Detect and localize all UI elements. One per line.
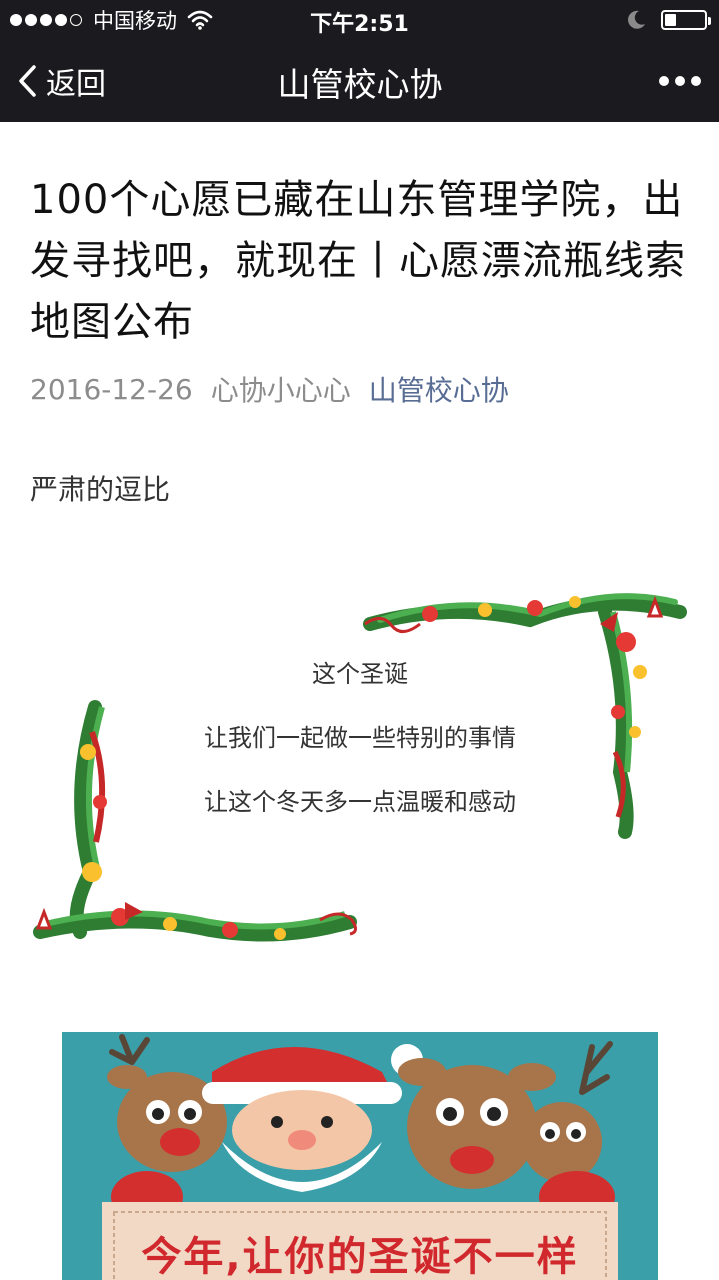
more-icon[interactable]	[653, 70, 701, 92]
back-button[interactable]: 返回	[16, 60, 106, 102]
christmas-card-image: 这个圣诞 让我们一起做一些特别的事情 让这个冬天多一点温暖和感动	[30, 572, 690, 962]
moon-icon	[628, 10, 645, 29]
article-meta: 2016-12-26 心协小心心 山管校心协	[30, 369, 509, 409]
status-bar: 中国移动 下午2:51	[0, 0, 719, 40]
back-chevron-icon	[19, 65, 36, 97]
battery-fill	[665, 14, 676, 26]
back-label: 返回	[46, 67, 106, 102]
article: 100个心愿已藏在山东管理学院，出发寻找吧，就现在丨心愿漂流瓶线索地图公布 20…	[0, 122, 719, 1280]
screen: 中国移动 下午2:51 返回 山管校心协 100个心愿已藏在山东管理学院，出发寻…	[0, 0, 719, 1280]
holly-garland-decoration	[33, 593, 687, 942]
account-link[interactable]: 山管校心协	[369, 369, 509, 409]
battery-icon	[661, 10, 711, 30]
article-title: 100个心愿已藏在山东管理学院，出发寻找吧，就现在丨心愿漂流瓶线索地图公布	[30, 177, 686, 345]
status-time: 下午2:51	[310, 12, 409, 37]
nav-bar: 返回 山管校心协	[0, 40, 719, 122]
intro-text: 严肃的逗比	[30, 473, 171, 506]
christmas-poster-image: 今年,让你的圣诞不一样	[62, 1032, 658, 1280]
publish-date: 2016-12-26	[30, 372, 193, 406]
status-right	[625, 8, 711, 32]
card-line: 这个圣诞	[312, 660, 408, 688]
nav-title: 山管校心协	[277, 65, 443, 104]
card-line: 让我们一起做一些特别的事情	[204, 724, 516, 752]
author-name: 心协小心心	[210, 374, 351, 407]
poster-caption: 今年,让你的圣诞不一样	[141, 1234, 579, 1280]
card-line: 让这个冬天多一点温暖和感动	[204, 788, 516, 816]
